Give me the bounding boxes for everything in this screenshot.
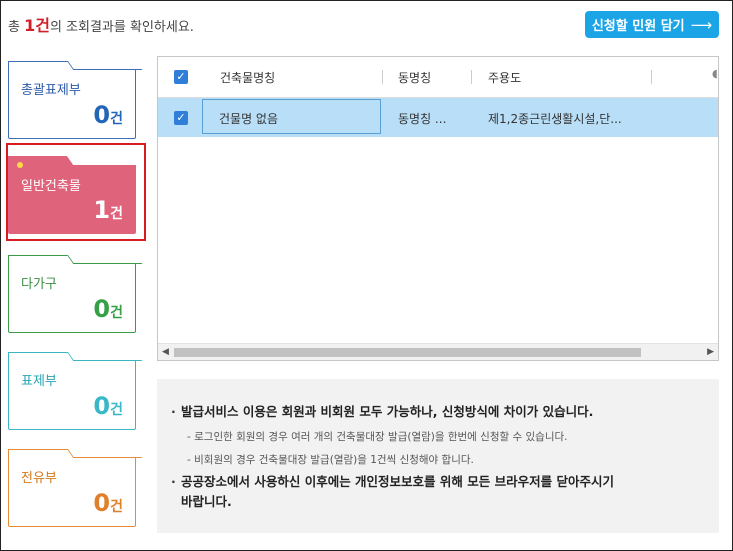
folder-tab: [67, 61, 143, 70]
table-row[interactable]: ✓ 건물명 없음 동명칭 ... 제1,2종근린생활시설,단...: [158, 98, 718, 137]
header-dong-name[interactable]: 동명칭: [398, 69, 431, 86]
column-divider[interactable]: [471, 70, 472, 84]
category-card-title-section[interactable]: 표제부 0건: [8, 352, 143, 430]
folder-tab: [67, 352, 143, 361]
header-building-name[interactable]: 건축물명칭: [220, 69, 275, 86]
notice-subitem: - 비회원의 경우 건축물대장 발급(열람)을 1건씩 신청해야 합니다.: [187, 454, 474, 466]
category-count: 0건: [93, 295, 123, 323]
add-to-cart-label: 신청할 민원 담기: [591, 19, 685, 34]
notice-subitem: - 로그인한 회원의 경우 여러 개의 건축물대장 발급(열람)을 한번에 신청…: [187, 431, 568, 443]
active-dot-icon: [17, 162, 23, 168]
header-main-use[interactable]: 주용도: [488, 69, 521, 86]
notice-box: 발급서비스 이용은 회원과 비회원 모두 가능하나, 신청방식에 차이가 있습니…: [157, 379, 719, 533]
cell-dong-name[interactable]: 동명칭 ...: [398, 110, 446, 127]
category-card-exclusive-section[interactable]: 전유부 0건: [8, 449, 143, 527]
column-divider[interactable]: [651, 70, 652, 84]
result-summary: 총 1건의 조회결과를 확인하세요.: [8, 12, 194, 36]
category-count: 0건: [93, 489, 123, 517]
more-columns-icon: ◖: [712, 67, 718, 80]
category-label: 일반건축물: [21, 179, 81, 194]
cell-building-name[interactable]: 건물명 없음: [202, 99, 381, 134]
result-count: 1건: [24, 16, 50, 35]
grid-header: ✓ 건축물명칭 동명칭 주용도 ◖: [158, 57, 718, 98]
notice-item: 공공장소에서 사용하신 이후에는 개인정보보호를 위해 모든 브라우저를 닫아주…: [171, 472, 614, 512]
horizontal-scrollbar[interactable]: ◀ ▶: [158, 343, 718, 360]
folder-tab: [67, 449, 143, 458]
category-label: 다가구: [21, 277, 57, 292]
column-divider[interactable]: [382, 70, 383, 84]
cell-main-use[interactable]: 제1,2종근린생활시설,단...: [488, 110, 622, 127]
folder-tab: [67, 156, 143, 165]
add-to-cart-button[interactable]: 신청할 민원 담기 ⟶: [585, 11, 719, 38]
category-label: 표제부: [21, 374, 57, 389]
row-checkbox[interactable]: ✓: [174, 111, 188, 125]
category-card-multi-household[interactable]: 다가구 0건: [8, 255, 143, 333]
category-count: 1건: [93, 196, 123, 224]
category-label: 전유부: [21, 471, 57, 486]
category-card-general-building[interactable]: 일반건축물 1건: [8, 156, 143, 234]
category-count: 0건: [93, 392, 123, 420]
category-count: 0건: [93, 101, 123, 129]
scroll-left-icon[interactable]: ◀: [162, 347, 169, 357]
notice-item: 발급서비스 이용은 회원과 비회원 모두 가능하나, 신청방식에 차이가 있습니…: [171, 402, 593, 422]
folder-tab: [67, 255, 143, 264]
category-card-summary-title[interactable]: 총괄표제부 0건: [8, 61, 143, 139]
category-label: 총괄표제부: [21, 83, 81, 98]
select-all-checkbox[interactable]: ✓: [174, 70, 188, 84]
arrow-right-icon: ⟶: [690, 15, 713, 34]
scroll-right-icon[interactable]: ▶: [707, 347, 714, 357]
summary-prefix: 총: [8, 20, 25, 35]
result-grid: ✓ 건축물명칭 동명칭 주용도 ◖ ✓ 건물명 없음 동명칭 ... 제1,2종…: [157, 56, 719, 361]
summary-suffix: 의 조회결과를 확인하세요.: [49, 20, 194, 35]
scrollbar-thumb[interactable]: [174, 348, 641, 357]
